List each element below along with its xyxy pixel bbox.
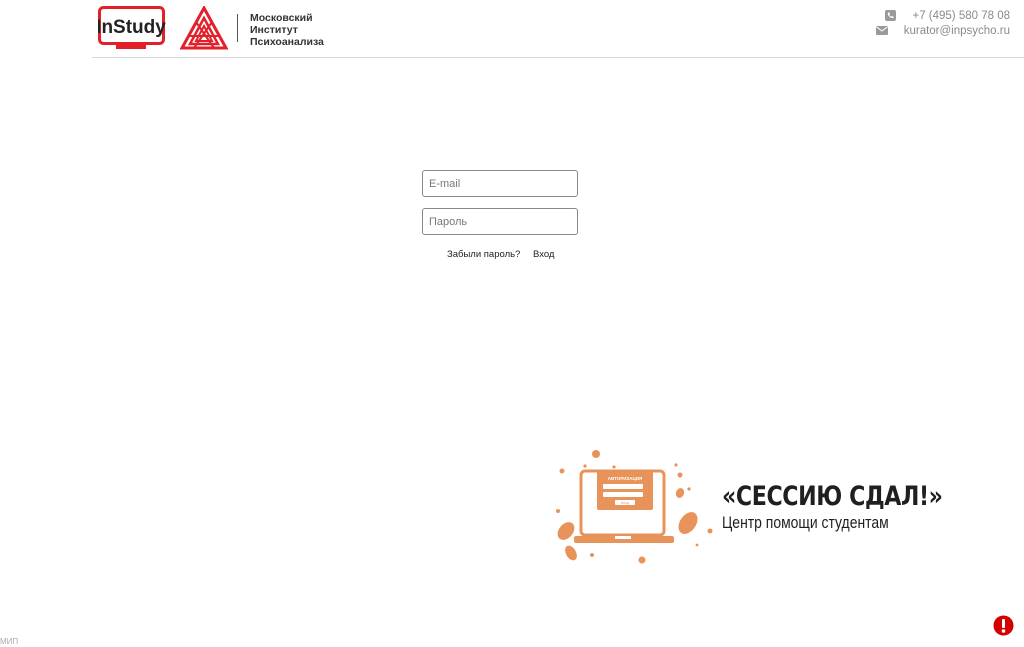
phone-number: +7 (495) 580 78 08 (912, 9, 1010, 22)
contacts: +7 (495) 580 78 08 kurator@inpsycho.ru (875, 8, 1010, 38)
mail-icon (875, 26, 888, 35)
laptop-button-text: ВХОД (621, 501, 629, 505)
forgot-password-link[interactable]: Забыли пароль? (447, 249, 520, 260)
email-contact[interactable]: kurator@inpsycho.ru (875, 23, 1010, 38)
email-field[interactable] (422, 170, 578, 197)
institute-name: Московский Институт Психоанализа (250, 12, 324, 48)
logo-divider (237, 14, 238, 42)
phone-icon (885, 10, 897, 21)
login-form: Забыли пароль? Вход (422, 170, 578, 260)
login-link[interactable]: Вход (533, 249, 555, 260)
password-field[interactable] (422, 208, 578, 235)
site-header: InStudy Московский Институт Психоанализа… (92, 0, 1024, 58)
institute-line-2: Институт (250, 24, 298, 36)
banner-title: «СЕССИЮ СДАЛ!» (722, 481, 943, 512)
alert-icon[interactable] (993, 615, 1014, 641)
laptop-illustration: АВТОРИЗАЦИЯ ВХОД (556, 450, 713, 564)
phone-contact[interactable]: +7 (495) 580 78 08 (876, 8, 1010, 23)
session-banner[interactable]: АВТОРИЗАЦИЯ ВХОД «СЕССИЮ СДАЛ!» Центр по… (552, 445, 972, 570)
instudy-logo[interactable]: InStudy (96, 6, 166, 57)
footer-text: МИП (0, 637, 19, 646)
email-address: kurator@inpsycho.ru (903, 24, 1010, 37)
laptop-caption: АВТОРИЗАЦИЯ (608, 476, 643, 481)
instudy-logo-text: InStudy (98, 17, 166, 38)
banner-subtitle: Центр помощи студентам (722, 513, 889, 532)
institute-line-3: Психоанализа (250, 36, 324, 48)
institute-line-1: Московский (250, 12, 313, 24)
mip-logo[interactable] (179, 4, 229, 57)
form-links: Забыли пароль? Вход (447, 249, 554, 260)
